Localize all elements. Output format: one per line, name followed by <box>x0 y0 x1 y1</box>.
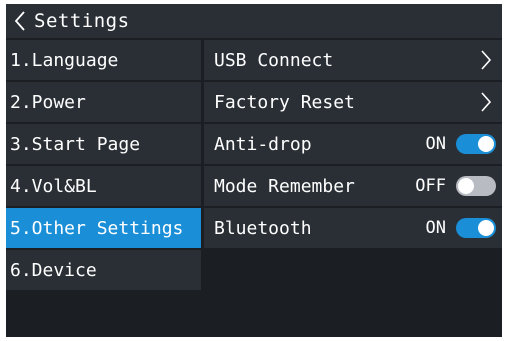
menu-item-label: 3.Start Page <box>10 133 141 155</box>
row-label: Anti-drop <box>214 133 312 155</box>
toggle-knob <box>458 178 474 194</box>
menu-item-power[interactable]: 2.Power <box>6 82 201 122</box>
menu-item-device[interactable]: 6.Device <box>6 250 201 290</box>
anti-drop-row: Anti-drop ON <box>204 124 502 164</box>
menu-item-label: 5.Other Settings <box>10 217 184 239</box>
other-settings-panel: USB Connect Factory Reset Anti-drop ON M… <box>204 40 502 250</box>
row-label: Factory Reset <box>214 91 355 113</box>
anti-drop-toggle[interactable] <box>456 134 496 154</box>
chevron-left-icon[interactable] <box>6 4 34 38</box>
bluetooth-toggle[interactable] <box>456 218 496 238</box>
mode-remember-row: Mode Remember OFF <box>204 166 502 206</box>
menu-item-label: 1.Language <box>10 49 119 71</box>
settings-menu: 1.Language 2.Power 3.Start Page 4.Vol&BL… <box>6 40 201 292</box>
toggle-state-text: OFF <box>415 176 446 196</box>
chevron-right-icon <box>478 48 494 72</box>
mode-remember-toggle[interactable] <box>456 176 496 196</box>
header-bar: Settings <box>6 4 502 38</box>
menu-item-label: 6.Device <box>10 259 97 281</box>
page-title: Settings <box>34 10 130 32</box>
bluetooth-row: Bluetooth ON <box>204 208 502 248</box>
toggle-knob <box>478 136 494 152</box>
row-label: Mode Remember <box>214 175 355 197</box>
menu-item-vol-bl[interactable]: 4.Vol&BL <box>6 166 201 206</box>
chevron-right-icon <box>478 90 494 114</box>
menu-item-label: 4.Vol&BL <box>10 175 97 197</box>
toggle-knob <box>478 220 494 236</box>
menu-item-start-page[interactable]: 3.Start Page <box>6 124 201 164</box>
menu-item-label: 2.Power <box>10 91 86 113</box>
menu-item-other-settings[interactable]: 5.Other Settings <box>6 208 201 248</box>
usb-connect-row[interactable]: USB Connect <box>204 40 502 80</box>
factory-reset-row[interactable]: Factory Reset <box>204 82 502 122</box>
row-label: USB Connect <box>214 49 334 71</box>
toggle-state-text: ON <box>425 218 446 238</box>
settings-screen: Settings 1.Language 2.Power 3.Start Page… <box>6 4 502 337</box>
menu-item-language[interactable]: 1.Language <box>6 40 201 80</box>
row-label: Bluetooth <box>214 217 312 239</box>
toggle-state-text: ON <box>425 134 446 154</box>
